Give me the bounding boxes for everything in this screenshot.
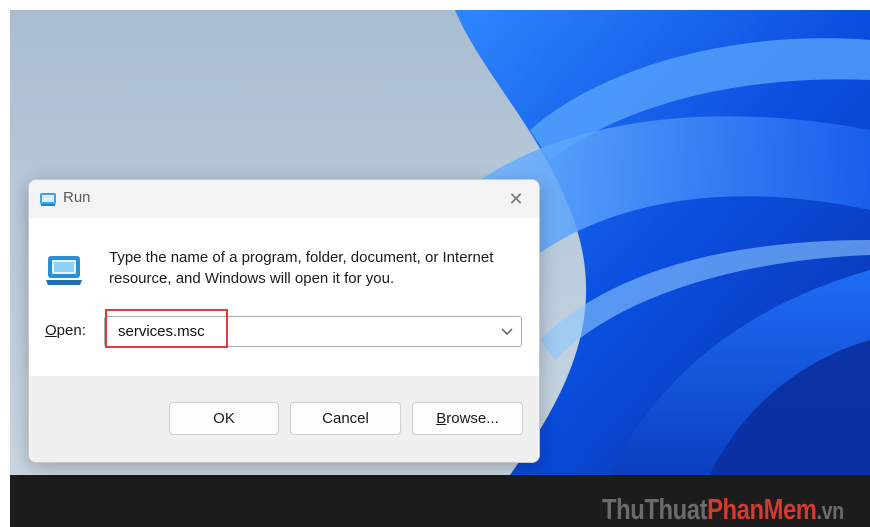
open-label-text: pen: [56,322,86,339]
open-label: Open: [45,322,86,339]
run-icon [40,193,56,206]
close-icon: ✕ [508,188,524,209]
watermark-part: Thuat [644,494,708,526]
watermark-part: Thu [602,494,645,526]
taskbar: ThuThuatPhanMem.vn [10,475,870,527]
dialog-body: Type the name of a program, folder, docu… [29,218,539,376]
browse-mnemonic: B [436,410,447,427]
open-input[interactable]: services.msc [118,323,205,340]
ok-button[interactable]: OK [169,402,279,435]
cancel-button-label: Cancel [322,410,369,427]
close-button[interactable]: ✕ [505,188,527,210]
watermark-part: Mem [763,494,817,526]
button-row: OK Cancel Browse... [29,376,539,462]
open-label-mnemonic: O [45,322,57,339]
browse-button[interactable]: Browse... [412,402,523,435]
ok-button-label: OK [213,410,235,427]
run-program-icon [46,256,82,285]
dialog-title: Run [63,189,91,206]
watermark-tld: .vn [816,498,845,525]
browse-button-label: rowse... [446,410,499,427]
watermark-part: Phan [707,494,764,526]
title-bar[interactable]: Run ✕ [29,180,539,218]
open-combobox[interactable]: services.msc [104,316,522,347]
cancel-button[interactable]: Cancel [290,402,401,435]
run-dialog: Run ✕ Type the name of a program, folder… [28,179,540,463]
dialog-description: Type the name of a program, folder, docu… [109,249,494,287]
site-watermark: ThuThuatPhanMem.vn [602,496,844,525]
chevron-down-icon[interactable] [499,322,515,340]
